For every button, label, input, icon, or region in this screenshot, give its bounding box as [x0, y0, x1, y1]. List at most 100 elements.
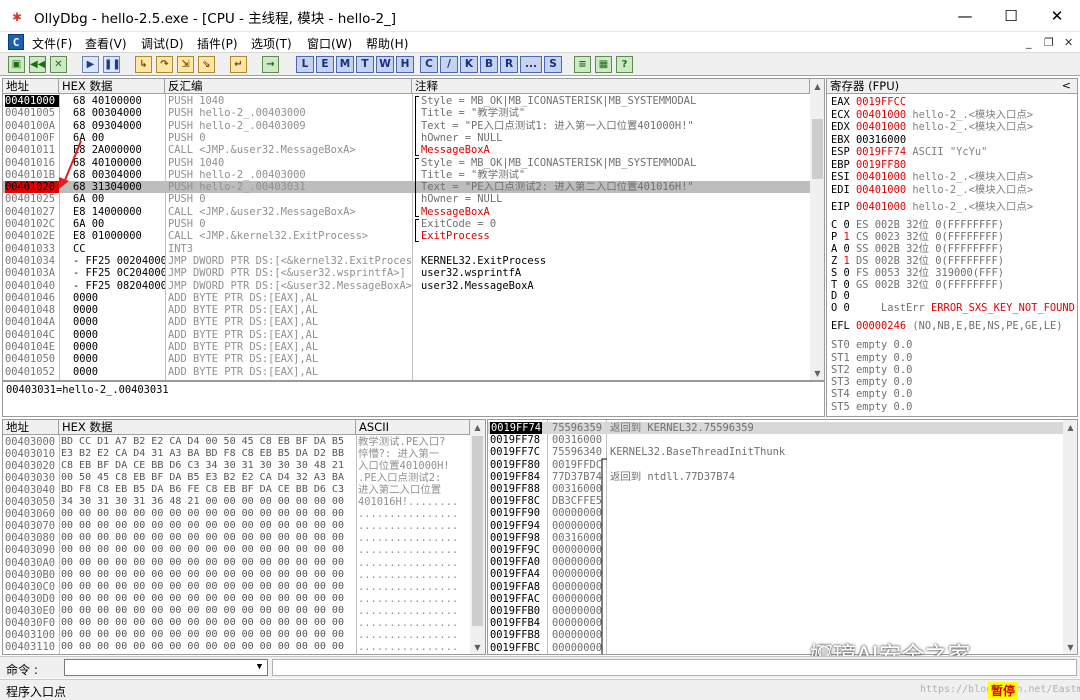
- dump-row[interactable]: 00403000 BD CC D1 A7 B2 E2 CA D4 00 50 45…: [3, 436, 470, 448]
- register-line[interactable]: EBP 0019FF80: [831, 159, 906, 172]
- flag-line[interactable]: S 0 FS 0053 32位 319000(FFF): [831, 267, 1004, 280]
- disasm-row[interactable]: 00401040 - FF25 08204000 JMP DWORD PTR DS:…: [3, 280, 810, 292]
- menu-debug[interactable]: 调试(D): [141, 35, 184, 52]
- stack-row[interactable]: 0019FFA4 00000000: [488, 568, 1063, 580]
- disasm-row[interactable]: 0040104C 0000 ADD BYTE PTR DS:[EAX],AL: [3, 329, 810, 341]
- stack-scroll-down-icon[interactable]: ▼: [1063, 640, 1077, 654]
- flag-line[interactable]: D 0: [831, 290, 850, 303]
- stack-address[interactable]: 0019FF8C: [490, 495, 540, 507]
- col-header-disassembly[interactable]: 反汇编: [165, 79, 412, 94]
- fpu-register-line[interactable]: ST5 empty 0.0: [831, 401, 912, 414]
- fpu-register-line[interactable]: ST1 empty 0.0: [831, 352, 912, 365]
- flag-line[interactable]: P 1 CS 0023 32位 0(FFFFFFFF): [831, 231, 1004, 244]
- disasm-row[interactable]: 00401052 0000 ADD BYTE PTR DS:[EAX],AL: [3, 366, 810, 378]
- step-over-icon[interactable]: ↷: [156, 56, 173, 73]
- open-icon[interactable]: ▣: [8, 56, 25, 73]
- minimize-button[interactable]: —: [942, 0, 988, 32]
- register-value[interactable]: 00401000: [856, 201, 906, 213]
- stack-address[interactable]: 0019FF84: [490, 471, 540, 483]
- patches-button[interactable]: /: [440, 56, 458, 73]
- disasm-row[interactable]: 0040102E E8 01000000 CALL <JMP.&kernel32.E…: [3, 230, 810, 242]
- references-button[interactable]: R: [500, 56, 518, 73]
- disasm-address[interactable]: 00401000: [5, 95, 59, 108]
- dump-row[interactable]: 00403100 00 00 00 00 00 00 00 00 00 00 00…: [3, 629, 470, 641]
- stack-scroll-up-icon[interactable]: ▲: [1063, 420, 1077, 435]
- registers-title[interactable]: 寄存器 (FPU): [827, 79, 1077, 94]
- stack-row[interactable]: 0019FFB8 00000000: [488, 629, 1063, 641]
- register-value[interactable]: 00401000: [856, 171, 906, 183]
- disasm-address[interactable]: 00401005: [5, 107, 59, 119]
- stack-row[interactable]: 0019FF90 00000000: [488, 507, 1063, 519]
- menu-help[interactable]: 帮助(H): [366, 35, 408, 52]
- disasm-row[interactable]: 00401046 0000 ADD BYTE PTR DS:[EAX],AL: [3, 292, 810, 304]
- go-to-icon[interactable]: →: [262, 56, 279, 73]
- stack-row[interactable]: 0019FF88 00316000: [488, 483, 1063, 495]
- stack-address[interactable]: 0019FFB8: [490, 629, 540, 641]
- disasm-row[interactable]: 00401016 68 40100000 PUSH 1040 Style = MB_O…: [3, 157, 810, 169]
- dump-header-address[interactable]: 地址: [3, 420, 59, 435]
- col-header-address[interactable]: 地址: [3, 79, 59, 94]
- handles-button[interactable]: H: [396, 56, 414, 73]
- stack-row[interactable]: 0019FF8C DB3CFFE5: [488, 495, 1063, 507]
- mdi-minimize-button[interactable]: _: [1026, 36, 1032, 49]
- flag-value[interactable]: 0: [844, 290, 850, 302]
- stack-address[interactable]: 0019FFA4: [490, 568, 540, 580]
- disasm-row[interactable]: 00401011 E8 2A000000 CALL <JMP.&user32.Mes…: [3, 144, 810, 156]
- disasm-row[interactable]: 0040103A - FF25 0C204000 JMP DWORD PTR DS:…: [3, 267, 810, 279]
- restart-icon[interactable]: ◀◀: [29, 56, 46, 73]
- run-icon[interactable]: ▶: [82, 56, 99, 73]
- stack-row[interactable]: 0019FFA0 00000000: [488, 556, 1063, 568]
- close-button[interactable]: ✕: [1034, 0, 1080, 32]
- disasm-address[interactable]: 00401020: [5, 181, 59, 194]
- disasm-row[interactable]: 00401005 68 00304000 PUSH hello-2_.0040300…: [3, 107, 810, 119]
- register-line[interactable]: ESP 0019FF74 ASCII "YcYu": [831, 146, 987, 159]
- disasm-address[interactable]: 0040102C: [5, 218, 59, 230]
- stack-address[interactable]: 0019FF90: [490, 507, 540, 519]
- menu-window[interactable]: 窗口(W): [307, 35, 352, 52]
- disasm-address[interactable]: 00401046: [5, 292, 59, 304]
- stack-row[interactable]: 0019FFA8 00000000: [488, 581, 1063, 593]
- stack-row[interactable]: 0019FFB4 00000000: [488, 617, 1063, 629]
- flag-line[interactable]: Z 1 DS 002B 32位 0(FFFFFFFF): [831, 255, 1004, 268]
- disasm-address[interactable]: 0040100F: [5, 132, 59, 144]
- stack-row[interactable]: 0019FFB0 00000000: [488, 605, 1063, 617]
- col-header-hex[interactable]: HEX 数据: [59, 79, 165, 94]
- dump-scroll-thumb[interactable]: [472, 436, 483, 626]
- disasm-row[interactable]: 00401048 0000 ADD BYTE PTR DS:[EAX],AL: [3, 304, 810, 316]
- menu-options[interactable]: 选项(T): [251, 35, 292, 52]
- fpu-register-line[interactable]: ST0 empty 0.0: [831, 339, 912, 352]
- flag-line[interactable]: A 0 SS 002B 32位 0(FFFFFFFF): [831, 243, 1004, 256]
- command-dropdown-icon[interactable]: ▼: [252, 660, 267, 675]
- disasm-row[interactable]: 0040102C 6A 00 PUSH 0 ExitCode = 0: [3, 218, 810, 230]
- disasm-row[interactable]: 0040104E 0000 ADD BYTE PTR DS:[EAX],AL: [3, 341, 810, 353]
- stack-address[interactable]: 0019FFA8: [490, 581, 540, 593]
- dump-row[interactable]: 00403110 00 00 00 00 00 00 00 00 00 00 00…: [3, 641, 470, 653]
- disasm-address[interactable]: 0040104A: [5, 316, 59, 328]
- dump-row[interactable]: 004030E0 00 00 00 00 00 00 00 00 00 00 00…: [3, 605, 470, 617]
- disasm-address[interactable]: 00401048: [5, 304, 59, 316]
- stack-row[interactable]: 0019FF84 77D37B74 返回到 ntdll.77D37B74: [488, 471, 1063, 483]
- register-value[interactable]: 00316000: [856, 134, 906, 146]
- fpu-register-line[interactable]: ST3 empty 0.0: [831, 376, 912, 389]
- efl-value[interactable]: 00000246: [856, 320, 906, 332]
- stack-row[interactable]: 0019FFAC 00000000: [488, 593, 1063, 605]
- disasm-address[interactable]: 0040104C: [5, 329, 59, 341]
- register-value[interactable]: 00401000: [856, 109, 906, 121]
- register-line[interactable]: EBX 00316000: [831, 134, 906, 147]
- register-line[interactable]: ESI 00401000 hello-2_.<模块入口点>: [831, 171, 1033, 184]
- disasm-address[interactable]: 00401027: [5, 206, 59, 218]
- register-line[interactable]: EAX 0019FFCC: [831, 96, 906, 109]
- registers-collapse-icon[interactable]: <: [1062, 79, 1071, 92]
- dump-row[interactable]: 004030C0 00 00 00 00 00 00 00 00 00 00 00…: [3, 581, 470, 593]
- disasm-address[interactable]: 00401050: [5, 353, 59, 365]
- disasm-address[interactable]: 00401025: [5, 193, 59, 205]
- menu-view[interactable]: 查看(V): [85, 35, 127, 52]
- stack-address[interactable]: 0019FF7C: [490, 446, 540, 458]
- scroll-down-arrow-icon[interactable]: ▼: [810, 366, 824, 380]
- dump-scroll-down-icon[interactable]: ▼: [470, 640, 485, 654]
- execute-till-return-icon[interactable]: ↵: [230, 56, 247, 73]
- register-line[interactable]: EDX 00401000 hello-2_.<模块入口点>: [831, 121, 1033, 134]
- fpu-register-line[interactable]: ST2 empty 0.0: [831, 364, 912, 377]
- flag-value[interactable]: 0: [844, 302, 850, 314]
- disasm-address[interactable]: 00401011: [5, 144, 59, 156]
